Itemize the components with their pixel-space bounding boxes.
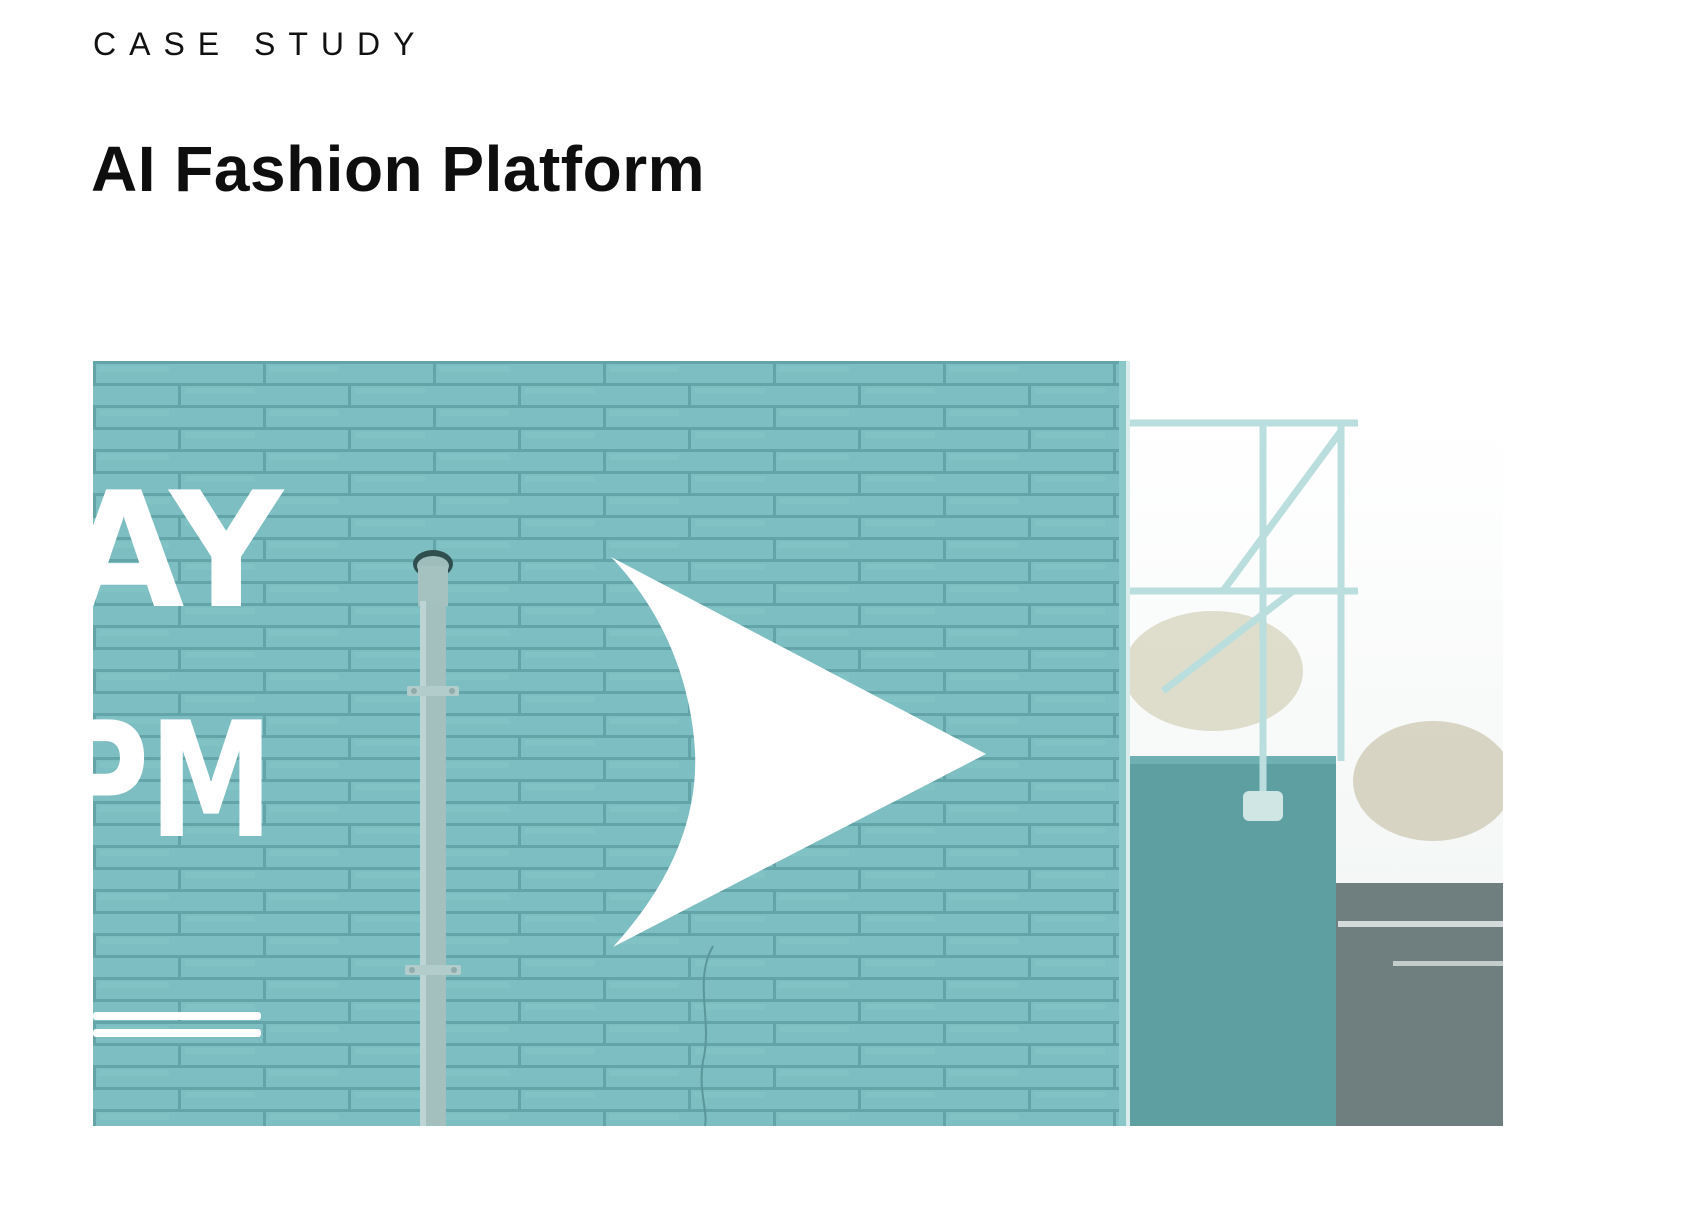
wall-text-top: AY	[93, 457, 285, 644]
hero-image: AY PM	[93, 361, 1503, 1126]
hero-photo-illustration: AY PM	[93, 361, 1503, 1126]
section-eyebrow: CASE STUDY	[93, 26, 428, 62]
page-title: AI Fashion Platform	[91, 133, 705, 205]
wall-text-bottom: PM	[93, 687, 273, 874]
